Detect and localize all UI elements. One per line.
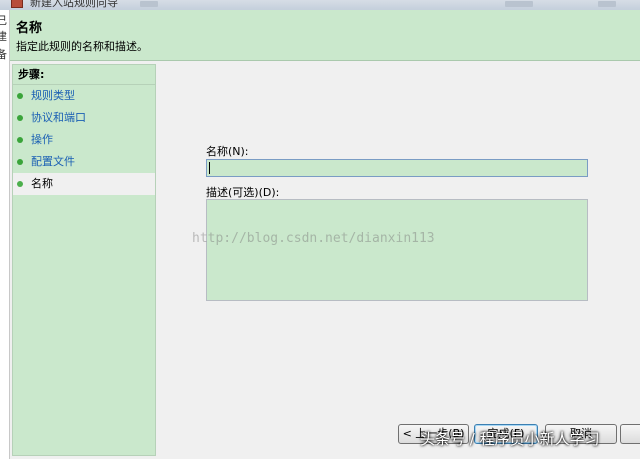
step-rule-type[interactable]: 规则类型: [13, 85, 155, 107]
name-label: 名称(N):: [206, 145, 249, 158]
description-textarea[interactable]: [206, 199, 588, 301]
watermark-text: http://blog.csdn.net/dianxin113: [192, 231, 435, 246]
step-bullet-icon: [17, 115, 23, 121]
name-input[interactable]: [206, 159, 588, 177]
firewall-app-icon: [11, 0, 23, 8]
step-bullet-icon: [17, 93, 23, 99]
step-label: 操作: [31, 133, 53, 146]
step-label: 协议和端口: [31, 111, 86, 124]
window-title: 新建入站规则向导: [30, 0, 118, 9]
step-label: 规则类型: [31, 89, 75, 102]
clipped-text: 备: [0, 46, 7, 62]
background-window-edge: 己 建 备: [0, 10, 10, 459]
step-label: 名称: [31, 177, 53, 190]
step-name-current: 名称: [13, 173, 155, 195]
title-bar-fragment: [140, 1, 158, 7]
clipped-button-edge: [620, 424, 640, 444]
step-protocol-and-ports[interactable]: 协议和端口: [13, 107, 155, 129]
page-description: 指定此规则的名称和描述。: [16, 40, 148, 53]
page-title: 名称: [16, 21, 43, 36]
wizard-header: 名称 指定此规则的名称和描述。: [10, 10, 640, 61]
title-bar-fragment: [505, 1, 533, 7]
text-caret: [209, 162, 210, 174]
title-bar: 新建入站规则向导: [0, 0, 640, 10]
description-label: 描述(可选)(D):: [206, 186, 280, 199]
steps-heading: 步骤:: [13, 65, 155, 85]
overlay-caption: 头条号 / 程序员小新人学习: [420, 430, 600, 448]
step-bullet-icon: [17, 137, 23, 143]
steps-panel: 步骤: 规则类型 协议和端口 操作 配置文件 名称: [12, 64, 156, 456]
title-bar-fragment: [598, 1, 616, 7]
clipped-text: 己: [0, 12, 7, 28]
step-bullet-icon: [17, 159, 23, 165]
clipped-text: 建: [0, 28, 7, 44]
step-bullet-icon: [17, 181, 23, 187]
step-profile[interactable]: 配置文件: [13, 151, 155, 173]
step-label: 配置文件: [31, 155, 75, 168]
step-action[interactable]: 操作: [13, 129, 155, 151]
